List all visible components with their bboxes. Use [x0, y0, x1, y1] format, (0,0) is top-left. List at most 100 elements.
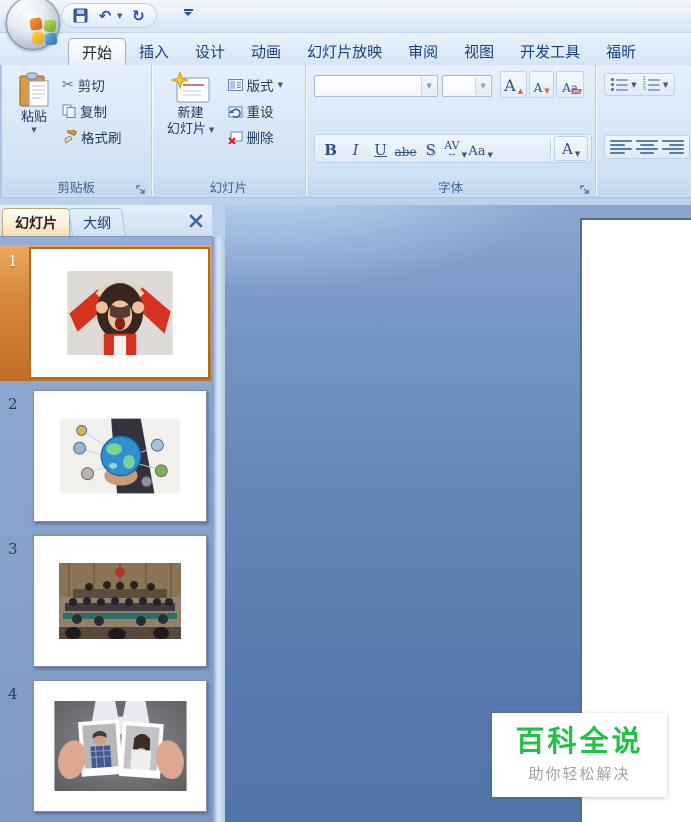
clipboard-dialog-launcher-icon[interactable] — [135, 181, 147, 194]
paste-icon — [19, 72, 49, 107]
numbering-button[interactable]: 1 2 3 ▼ — [643, 77, 669, 92]
tab-home[interactable]: 开始 — [68, 38, 127, 65]
character-spacing-button[interactable]: AV ↔ ▼ — [443, 136, 468, 161]
font-color-dropdown-icon[interactable]: ▼ — [575, 150, 580, 158]
group-paragraph: ▼ 1 2 3 ▼ — [596, 65, 691, 196]
customize-qat-icon[interactable] — [182, 9, 194, 16]
undo-dropdown-icon[interactable]: ▼ — [117, 12, 122, 20]
bullets-dropdown-icon[interactable]: ▼ — [631, 81, 636, 89]
italic-button[interactable]: I — [343, 136, 368, 161]
slide-thumbnail-2[interactable] — [33, 390, 207, 522]
shrink-font-button[interactable]: A ▼ — [529, 71, 555, 98]
format-painter-button[interactable]: 格式刷 — [62, 124, 122, 150]
font-dialog-launcher-icon[interactable] — [579, 181, 591, 194]
new-slide-icon — [170, 72, 210, 103]
office-logo-icon — [16, 6, 58, 46]
slide-number: 2 — [8, 395, 18, 413]
numbering-dropdown-icon[interactable]: ▼ — [663, 81, 668, 89]
underline-button[interactable]: U — [368, 136, 393, 161]
cut-icon: ✂ — [62, 77, 74, 93]
align-left-button[interactable] — [610, 140, 633, 154]
tab-developer[interactable]: 开发工具 — [507, 38, 593, 65]
copy-icon — [62, 104, 76, 118]
font-name-combobox[interactable]: ▼ — [314, 75, 439, 97]
watermark-subtitle: 助你轻松解决 — [528, 764, 631, 783]
clipboard-group-label: 剪贴板 — [4, 177, 149, 195]
paste-button[interactable]: 粘贴 ▼ — [10, 72, 58, 135]
font-color-button[interactable]: A ▼ — [554, 136, 589, 161]
close-icon[interactable] — [188, 213, 204, 229]
group-clipboard: 粘贴 ▼ ✂ 剪切 复制 格式刷 剪贴板 — [2, 65, 152, 196]
delete-slide-button[interactable]: 删除 — [227, 124, 283, 150]
paragraph-group-label — [598, 177, 689, 195]
redo-icon[interactable]: ↻ — [129, 7, 147, 25]
align-center-button[interactable] — [636, 140, 659, 154]
eraser-icon — [571, 89, 583, 94]
format-painter-icon — [64, 130, 77, 144]
panel-tab-outline[interactable]: 大纲 — [68, 208, 126, 236]
new-slide-dropdown-icon[interactable]: ▼ — [209, 126, 214, 135]
new-slide-label-2: 幻灯片 — [166, 122, 206, 138]
photo-torn-couple-photos-icon — [53, 701, 187, 791]
numbering-icon: 1 2 3 — [643, 77, 660, 92]
layout-dropdown-icon[interactable]: ▼ — [278, 81, 283, 89]
slide-thumbnail-1[interactable] — [29, 247, 210, 379]
tab-foxit[interactable]: 福昕 — [593, 38, 649, 65]
new-slide-label-1: 新建 — [177, 106, 204, 121]
panel-tab-slides[interactable]: 幻灯片 — [2, 208, 70, 236]
tab-animations[interactable]: 动画 — [238, 38, 294, 65]
quick-access-toolbar: ↶ ▼ ↻ — [61, 3, 158, 28]
tab-review[interactable]: 审阅 — [395, 38, 451, 65]
reset-button[interactable]: 重设 — [228, 98, 283, 124]
watermark-box: 百科全说 助你轻松解决 — [492, 713, 667, 797]
cut-button[interactable]: ✂ 剪切 — [62, 72, 122, 98]
clear-formatting-button[interactable]: Aa — [556, 71, 585, 98]
align-right-button[interactable] — [662, 140, 685, 154]
group-slides: 新建 幻灯片 ▼ 版式 ▼ 重设 删除 幻灯片 — [152, 65, 307, 196]
delete-icon — [227, 131, 243, 144]
copy-button[interactable]: 复制 — [62, 98, 122, 124]
watermark-title: 百科全说 — [515, 724, 644, 759]
layout-button[interactable]: 版式 ▼ — [227, 72, 283, 98]
bullets-icon — [611, 78, 629, 91]
ribbon-tab-row: 开始 插入 设计 动画 幻灯片放映 审阅 视图 开发工具 福昕 — [0, 33, 691, 65]
tab-insert[interactable]: 插入 — [126, 38, 182, 65]
ribbon: 粘贴 ▼ ✂ 剪切 复制 格式刷 剪贴板 新建 幻灯片 ▼ 版式 ▼ 重设 删除… — [0, 65, 691, 198]
slide-number: 3 — [8, 540, 18, 558]
group-font: ▼ ▼ A ▲ A ▼ Aa B I U abe S AV ↔ ▼ Aa ▼ A… — [306, 65, 597, 196]
undo-icon[interactable]: ↶ — [96, 7, 114, 25]
bullets-button[interactable]: ▼ — [611, 78, 637, 91]
slides-panel-tabs: 幻灯片 大纲 — [0, 205, 212, 237]
panel-scrollbar[interactable] — [212, 237, 225, 822]
font-size-combobox[interactable]: ▼ — [442, 75, 493, 97]
reset-icon — [228, 106, 243, 118]
paste-dropdown-icon[interactable]: ▼ — [31, 126, 36, 135]
slides-group-label: 幻灯片 — [153, 177, 304, 195]
text-shadow-button[interactable]: S — [418, 136, 443, 161]
slide-thumbnail-3[interactable] — [33, 535, 207, 667]
tab-design[interactable]: 设计 — [182, 38, 238, 65]
slide-thumbnail-4[interactable] — [33, 680, 207, 812]
slide-row-1[interactable]: 1 — [0, 245, 211, 381]
bold-button[interactable]: B — [318, 136, 343, 161]
strikethrough-button[interactable]: abe — [393, 136, 418, 161]
change-case-dropdown-icon[interactable]: ▼ — [487, 151, 492, 159]
new-slide-button[interactable]: 新建 幻灯片 ▼ — [160, 72, 222, 139]
photo-screaming-woman-icon — [66, 271, 173, 355]
save-icon[interactable] — [71, 7, 89, 25]
powerpoint-window: ↶ ▼ ↻ 开始 插入 设计 动画 幻灯片放映 审阅 视图 开发工具 福昕 粘贴… — [0, 0, 691, 822]
tab-view[interactable]: 视图 — [451, 38, 507, 65]
photo-courtroom-icon — [59, 563, 181, 639]
font-toolbar-row: B I U abe S AV ↔ ▼ Aa ▼ A ▼ — [314, 134, 593, 163]
photo-globe-in-hand-icon — [60, 418, 180, 494]
font-size-dropdown-icon[interactable]: ▼ — [475, 77, 491, 95]
slides-panel: 幻灯片 大纲 1 2 3 4 — [0, 205, 212, 822]
paste-label: 粘贴 — [20, 110, 47, 125]
font-name-dropdown-icon[interactable]: ▼ — [421, 77, 437, 95]
grow-font-button[interactable]: A ▲ — [500, 71, 528, 98]
office-button[interactable] — [6, 0, 60, 50]
change-case-button[interactable]: Aa ▼ — [468, 136, 493, 161]
slide-number: 4 — [8, 685, 18, 703]
tab-slideshow[interactable]: 幻灯片放映 — [294, 38, 395, 65]
character-spacing-dropdown-icon[interactable]: ▼ — [462, 151, 467, 159]
